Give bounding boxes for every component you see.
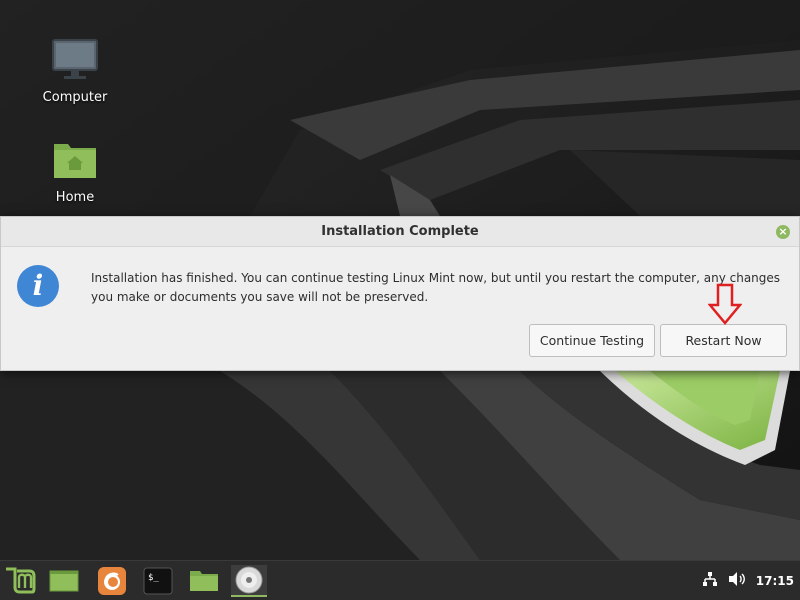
desktop-icon-computer[interactable]: Computer bbox=[30, 38, 120, 105]
restart-now-button[interactable]: Restart Now bbox=[660, 324, 787, 357]
system-tray: 17:15 bbox=[702, 561, 800, 600]
disc-icon bbox=[235, 566, 263, 594]
red-arrow-annotation-icon bbox=[708, 283, 742, 325]
volume-icon bbox=[728, 572, 745, 586]
folder-icon bbox=[190, 571, 218, 591]
network-icon-button[interactable] bbox=[702, 571, 718, 591]
show-desktop-icon bbox=[49, 570, 79, 592]
taskbar-installer[interactable] bbox=[231, 565, 267, 597]
taskbar: $_ 17:15 bbox=[0, 560, 800, 600]
desktop-icon-label: Computer bbox=[42, 90, 108, 105]
close-button[interactable]: × bbox=[776, 225, 790, 239]
desktop-icon-label: Home bbox=[55, 190, 95, 205]
home-folder-icon bbox=[54, 144, 96, 178]
volume-icon-button[interactable] bbox=[728, 571, 746, 591]
monitor-icon bbox=[52, 39, 98, 79]
firefox-icon bbox=[98, 567, 126, 595]
dialog-titlebar[interactable]: Installation Complete × bbox=[1, 217, 799, 247]
svg-text:$_: $_ bbox=[148, 573, 159, 583]
desktop-icon-home[interactable]: Home bbox=[30, 138, 120, 205]
dialog-message: Installation has finished. You can conti… bbox=[91, 271, 781, 304]
dialog-title: Installation Complete bbox=[321, 224, 479, 239]
close-icon: × bbox=[778, 225, 788, 238]
info-icon: i bbox=[17, 265, 59, 307]
taskbar-show-desktop[interactable] bbox=[46, 565, 82, 597]
mint-menu-button[interactable] bbox=[2, 565, 38, 597]
mint-menu-icon bbox=[6, 567, 36, 594]
taskbar-firefox[interactable] bbox=[94, 565, 130, 597]
clock[interactable]: 17:15 bbox=[756, 574, 794, 588]
terminal-icon: $_ bbox=[143, 567, 173, 595]
continue-testing-button[interactable]: Continue Testing bbox=[529, 324, 655, 357]
installation-complete-dialog: Installation Complete × i Installation h… bbox=[0, 216, 800, 371]
network-icon bbox=[702, 572, 717, 586]
taskbar-files[interactable] bbox=[186, 565, 222, 597]
taskbar-terminal[interactable]: $_ bbox=[140, 565, 176, 597]
